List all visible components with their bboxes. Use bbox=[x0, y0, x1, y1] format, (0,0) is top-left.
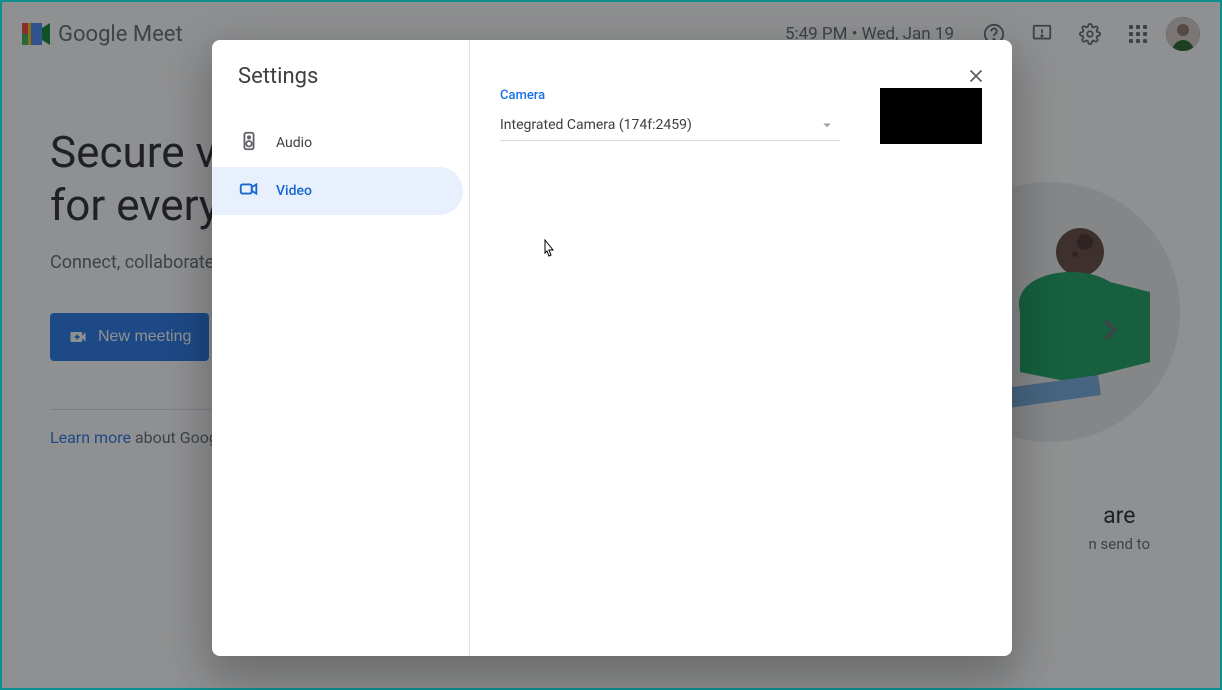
videocam-icon bbox=[238, 178, 260, 204]
speaker-icon bbox=[238, 130, 260, 156]
settings-tab-label: Video bbox=[276, 183, 312, 199]
close-button[interactable] bbox=[958, 58, 994, 94]
settings-sidebar: Settings Audio Video bbox=[212, 40, 470, 656]
camera-select-value: Integrated Camera (174f:2459) bbox=[500, 117, 692, 133]
settings-dialog: Settings Audio Video Camera Integrated C… bbox=[212, 40, 1012, 656]
camera-field-label: Camera bbox=[500, 88, 840, 103]
chevron-down-icon bbox=[818, 116, 836, 134]
settings-tab-video[interactable]: Video bbox=[212, 167, 463, 215]
settings-panel: Camera Integrated Camera (174f:2459) bbox=[470, 40, 1012, 656]
close-icon bbox=[965, 65, 987, 87]
settings-tab-audio[interactable]: Audio bbox=[212, 119, 463, 167]
camera-select[interactable]: Integrated Camera (174f:2459) bbox=[500, 109, 840, 141]
settings-tab-label: Audio bbox=[276, 135, 312, 151]
settings-title: Settings bbox=[212, 64, 469, 119]
camera-preview bbox=[880, 88, 982, 144]
